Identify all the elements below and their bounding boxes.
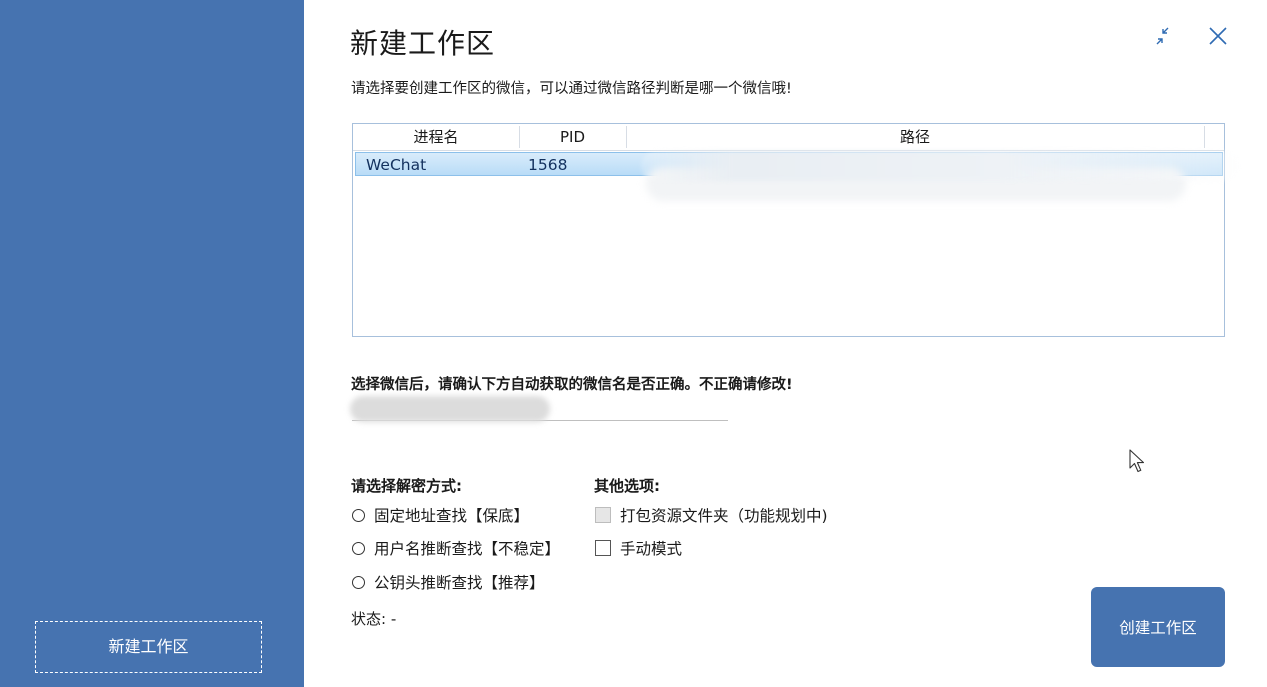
redacted-name-blur xyxy=(350,396,550,422)
close-icon[interactable] xyxy=(1206,24,1230,48)
radio-pubkey-infer[interactable]: 公钥头推断查找【推荐】 xyxy=(352,573,545,593)
radio-label: 用户名推断查找【不稳定】 xyxy=(374,540,561,558)
sidebar: 新建工作区 xyxy=(0,0,304,687)
confirm-name-label: 选择微信后，请确认下方自动获取的微信名是否正确。不正确请修改! xyxy=(351,377,793,393)
mouse-cursor-icon xyxy=(1128,448,1148,480)
checkbox-icon xyxy=(595,507,611,523)
checkbox-manual-mode[interactable]: 手动模式 xyxy=(595,539,682,559)
checkbox-icon[interactable] xyxy=(595,540,611,556)
dialog-title: 新建工作区 xyxy=(350,27,496,60)
wechat-process-table: 进程名 PID 路径 WeChat 1568 xyxy=(352,123,1241,337)
cell-process: WeChat xyxy=(366,156,427,174)
radio-circle-icon[interactable] xyxy=(352,542,365,555)
other-options-label: 其他选项: xyxy=(594,477,660,495)
radio-label: 固定地址查找【保底】 xyxy=(374,507,530,525)
checkbox-label: 打包资源文件夹（功能规划中) xyxy=(620,507,828,525)
status-text: 状态: - xyxy=(351,610,397,628)
column-header-pid[interactable]: PID xyxy=(519,124,626,150)
dialog-subtitle: 请选择要创建工作区的微信，可以通过微信路径判断是哪一个微信哦! xyxy=(351,81,792,97)
radio-label: 公钥头推断查找【推荐】 xyxy=(374,574,545,592)
checkbox-label: 手动模式 xyxy=(620,540,683,558)
redacted-path-blur xyxy=(641,151,1241,181)
column-header-path[interactable]: 路径 xyxy=(626,124,1204,150)
radio-circle-icon[interactable] xyxy=(352,576,365,589)
checkbox-pack-resources: 打包资源文件夹（功能规划中) xyxy=(595,506,828,526)
create-workspace-button[interactable]: 创建工作区 xyxy=(1091,587,1225,667)
radio-circle-icon[interactable] xyxy=(352,509,365,522)
table-row[interactable]: WeChat 1568 xyxy=(355,151,1241,201)
cell-pid: 1568 xyxy=(528,156,568,174)
column-header-process[interactable]: 进程名 xyxy=(353,124,519,150)
collapse-arrows-icon[interactable] xyxy=(1153,24,1177,48)
decrypt-method-label: 请选择解密方式: xyxy=(351,477,462,495)
table-header: 进程名 PID 路径 xyxy=(353,124,1224,151)
radio-username-infer[interactable]: 用户名推断查找【不稳定】 xyxy=(352,539,560,559)
sidebar-new-workspace-button[interactable]: 新建工作区 xyxy=(35,621,262,673)
radio-fixed-address[interactable]: 固定地址查找【保底】 xyxy=(352,506,529,526)
